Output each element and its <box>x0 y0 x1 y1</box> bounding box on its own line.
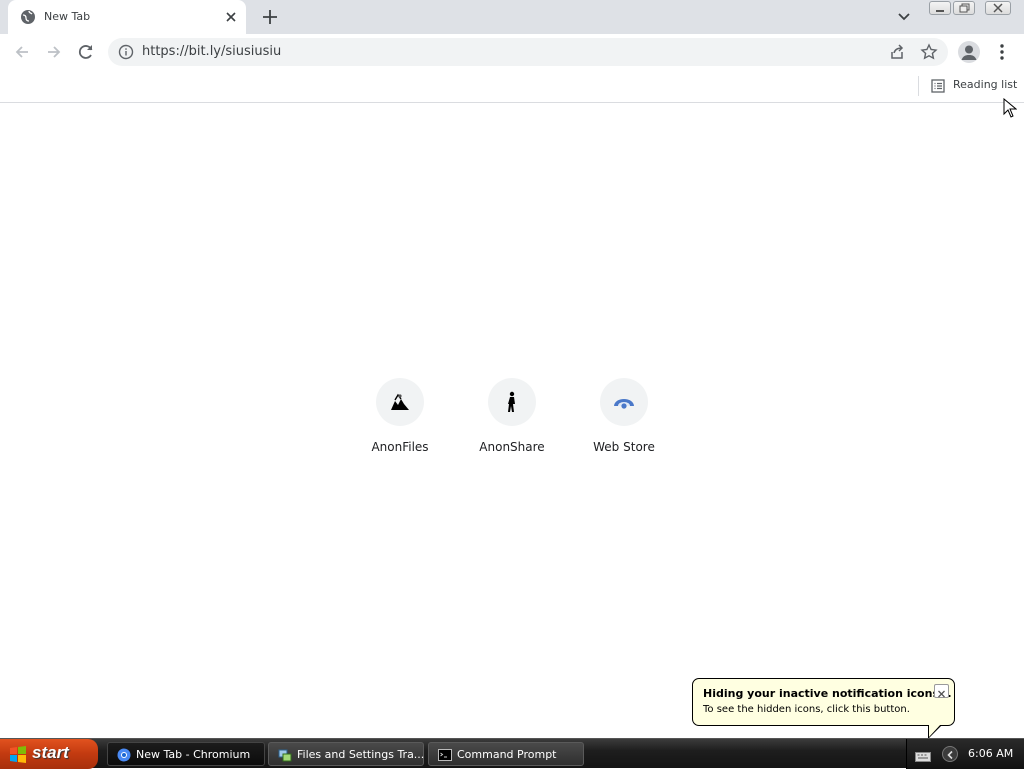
anonshare-icon <box>488 378 536 426</box>
taskbar-item-label: Files and Settings Tra... <box>297 748 425 761</box>
reading-list-icon <box>931 79 945 93</box>
minimize-button[interactable] <box>929 1 951 15</box>
close-tab-icon[interactable] <box>222 8 240 26</box>
shortcut-anonshare[interactable]: AnonShare <box>462 376 562 466</box>
browser-menu-icon[interactable] <box>996 41 1008 63</box>
system-tray: 6:06 AM <box>906 739 1024 769</box>
close-window-button[interactable] <box>985 1 1011 15</box>
taskbar-item-label: New Tab - Chromium <box>136 748 251 761</box>
taskbar-item-files-settings[interactable]: Files and Settings Tra... <box>268 742 424 766</box>
anonfiles-icon <box>376 378 424 426</box>
forward-button[interactable] <box>42 40 66 64</box>
bookmark-star-icon[interactable] <box>920 43 938 61</box>
shortcut-label: AnonShare <box>479 440 545 454</box>
transfer-wizard-icon <box>278 747 292 762</box>
notification-balloon[interactable]: Hiding your inactive notification icons.… <box>692 678 955 726</box>
shortcut-label: AnonFiles <box>371 440 429 454</box>
tab-new-tab[interactable]: New Tab <box>8 0 246 34</box>
windows-flag-icon <box>10 746 26 763</box>
taskbar-item-label: Command Prompt <box>457 748 557 761</box>
show-hidden-icons-chevron-icon[interactable] <box>942 746 958 762</box>
shortcut-anonfiles[interactable]: AnonFiles <box>350 376 450 466</box>
address-bar[interactable]: https://bit.ly/siusiusiu <box>108 38 948 66</box>
browser-toolbar: https://bit.ly/siusiusiu <box>0 34 1024 70</box>
balloon-body: To see the hidden icons, click this butt… <box>703 704 910 715</box>
chromium-icon <box>117 747 131 762</box>
balloon-close-icon[interactable] <box>934 684 949 698</box>
balloon-tail-fill <box>929 724 941 737</box>
share-icon[interactable] <box>888 43 906 61</box>
keyboard-icon[interactable] <box>915 748 931 767</box>
balloon-title: Hiding your inactive notification icons.… <box>703 687 952 700</box>
taskbar-item-chromium[interactable]: New Tab - Chromium <box>107 742 265 766</box>
reload-button[interactable] <box>74 40 98 64</box>
tab-title: New Tab <box>44 10 91 23</box>
tab-search-chevron-icon[interactable] <box>894 8 914 26</box>
start-label: start <box>32 743 69 762</box>
cmd-icon <box>438 747 452 761</box>
back-button[interactable] <box>10 40 34 64</box>
profile-avatar-icon[interactable] <box>958 41 980 63</box>
webstore-icon <box>600 378 648 426</box>
shortcut-label: Web Store <box>593 440 655 454</box>
bookmarks-bar: Reading list <box>0 70 1024 103</box>
restore-button[interactable] <box>953 1 975 15</box>
new-tab-page: AnonFiles AnonShare Web Store <box>0 104 1024 738</box>
new-tab-button[interactable] <box>258 6 282 28</box>
globe-icon <box>20 9 36 25</box>
reading-list-label: Reading list <box>953 78 1018 91</box>
taskbar-clock[interactable]: 6:06 AM <box>968 747 1013 760</box>
site-info-icon[interactable] <box>118 44 134 60</box>
shortcut-web-store[interactable]: Web Store <box>574 376 674 466</box>
url-text[interactable]: https://bit.ly/siusiusiu <box>142 44 281 59</box>
bookmarks-separator <box>918 76 919 96</box>
mouse-cursor-icon <box>1003 98 1017 118</box>
start-button[interactable]: start <box>0 739 98 769</box>
tab-strip: New Tab <box>0 0 1024 34</box>
taskbar: start New Tab - Chromium Files and Setti… <box>0 738 1024 769</box>
taskbar-item-command-prompt[interactable]: Command Prompt <box>428 742 584 766</box>
